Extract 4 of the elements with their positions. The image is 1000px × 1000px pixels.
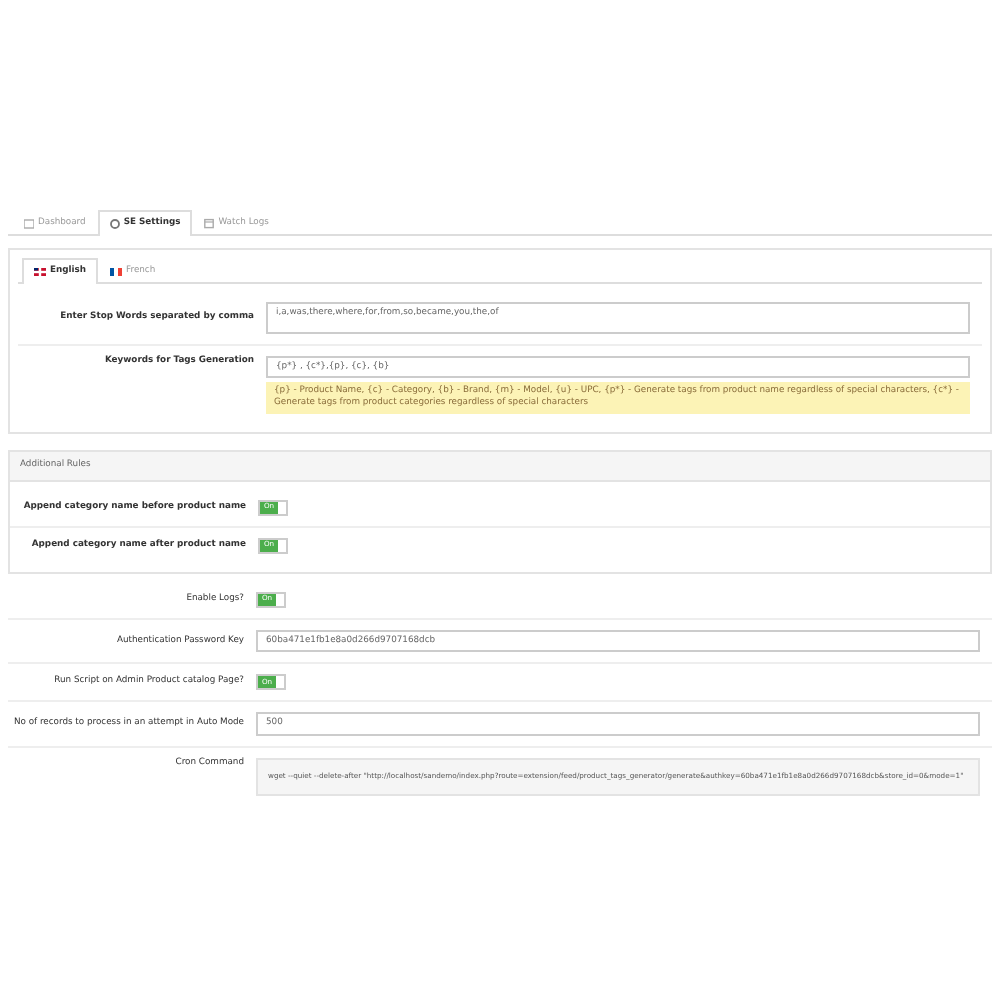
- flag-icon: [110, 267, 123, 276]
- flag-icon: [34, 267, 46, 276]
- calendar-icon: [204, 218, 215, 230]
- dashboard-icon: [24, 218, 34, 230]
